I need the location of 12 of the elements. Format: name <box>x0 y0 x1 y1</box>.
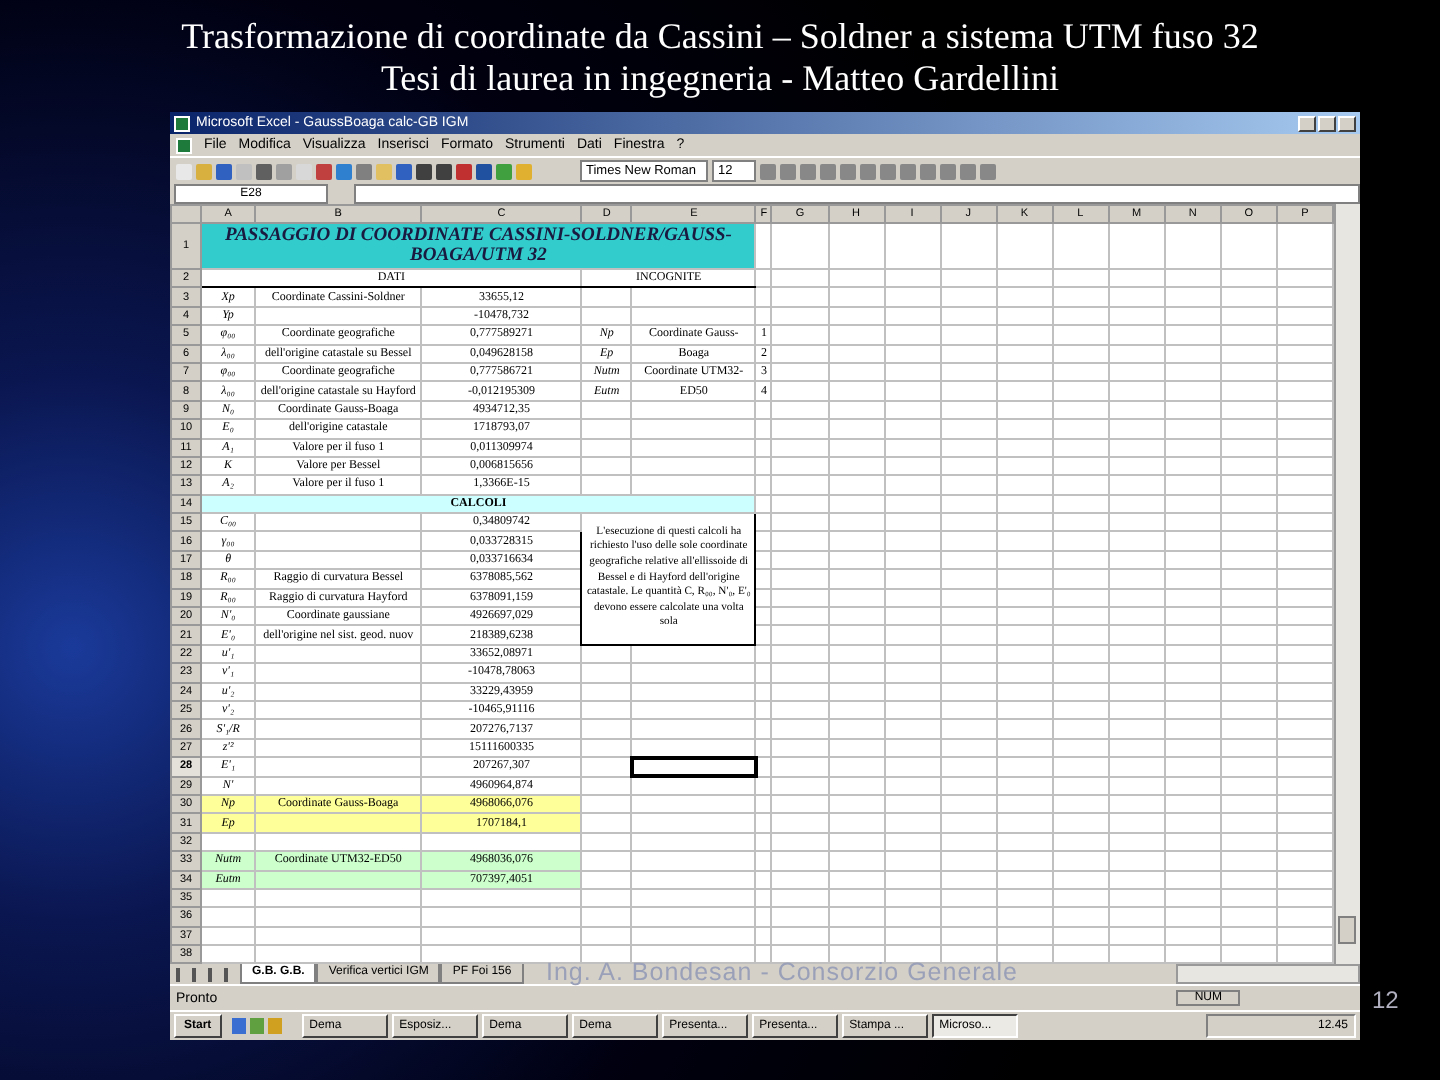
slide-title: Tesi di laurea in ingegneria - Matteo Gardellini <box>380 58 1060 100</box>
slide-footer: Ing. A. Bondesan - Consorzio Generale <box>546 958 1018 987</box>
formula-field[interactable] <box>354 184 1360 204</box>
horizontal-scrollbar[interactable] <box>1176 964 1360 985</box>
page-number: 12 <box>1372 986 1399 1014</box>
slide-title: Trasformazione di coordinate da Cassini – Soldner a sistema UTM fuso 32 <box>181 16 1259 58</box>
vertical-scrollbar[interactable] <box>1334 204 1360 965</box>
minimize-button[interactable] <box>1298 115 1316 131</box>
sheet-title: PASSAGGIO DI COORDINATE CASSINI-SOLDNER/GAUSS-BOAGA/UTM 32 <box>201 223 756 269</box>
close-button[interactable] <box>1338 115 1356 131</box>
maximize-button[interactable] <box>1318 115 1336 131</box>
selected-cell[interactable] <box>631 757 756 777</box>
